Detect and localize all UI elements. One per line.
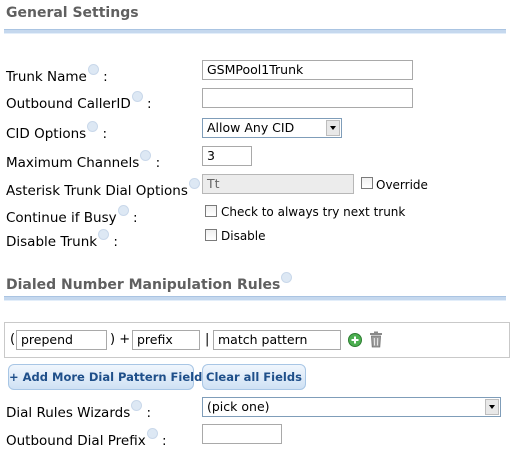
help-icon[interactable] xyxy=(117,205,129,216)
help-icon[interactable] xyxy=(87,121,99,132)
help-icon[interactable] xyxy=(98,229,110,240)
outbound-callerid-input[interactable] xyxy=(202,88,413,108)
pipe-separator: | xyxy=(205,332,210,347)
chevron-down-icon[interactable] xyxy=(326,120,340,136)
dial-options-input: Tt xyxy=(202,174,354,194)
add-more-dial-pattern-button[interactable]: + Add More Dial Pattern Fields xyxy=(8,364,209,390)
override-label: Override xyxy=(376,178,428,192)
help-icon[interactable] xyxy=(188,178,200,189)
trunk-name-label: Trunk Name : xyxy=(6,64,108,85)
trash-icon[interactable] xyxy=(369,331,383,348)
max-channels-input[interactable]: 3 xyxy=(202,146,252,166)
continue-busy-checkbox[interactable] xyxy=(205,205,217,217)
max-channels-label: Maximum Channels : xyxy=(6,150,160,171)
continue-busy-label: Continue if Busy : xyxy=(6,205,138,226)
section-divider xyxy=(4,296,506,301)
outbound-dial-prefix-input[interactable] xyxy=(202,424,282,444)
help-icon[interactable] xyxy=(131,400,143,411)
cid-options-label: CID Options : xyxy=(6,121,107,142)
help-icon[interactable] xyxy=(140,150,152,161)
dial-rules-wizards-label: Dial Rules Wizards : xyxy=(6,400,151,421)
close-paren-plus: ) + xyxy=(110,332,131,347)
clear-all-fields-button[interactable]: Clear all Fields xyxy=(202,364,306,390)
general-settings-title: General Settings xyxy=(6,5,139,21)
outbound-callerid-label: Outbound CallerID : xyxy=(6,91,152,112)
trunk-name-input[interactable]: GSMPool1Trunk xyxy=(202,60,413,80)
help-icon[interactable] xyxy=(281,272,293,283)
dialed-rules-title: Dialed Number Manipulation Rules xyxy=(6,272,293,293)
disable-trunk-checkbox-label: Disable xyxy=(221,229,266,243)
add-icon[interactable] xyxy=(348,333,362,347)
cid-options-select[interactable]: Allow Any CID xyxy=(202,118,342,138)
dial-options-label: Asterisk Trunk Dial Options xyxy=(6,178,200,199)
outbound-dial-prefix-label: Outbound Dial Prefix : xyxy=(6,428,167,449)
help-icon[interactable] xyxy=(87,64,99,75)
disable-trunk-checkbox[interactable] xyxy=(205,229,217,241)
override-checkbox[interactable] xyxy=(361,177,373,189)
match-pattern-input[interactable]: match pattern xyxy=(213,330,341,350)
open-paren: ( xyxy=(10,332,16,347)
prepend-input[interactable]: prepend xyxy=(16,330,107,350)
help-icon[interactable] xyxy=(146,428,158,439)
chevron-down-icon[interactable] xyxy=(485,399,499,415)
disable-trunk-label: Disable Trunk : xyxy=(6,229,118,250)
dial-rules-wizards-select[interactable]: (pick one) xyxy=(202,397,501,417)
help-icon[interactable] xyxy=(131,91,143,102)
section-divider xyxy=(4,29,506,34)
prefix-input[interactable]: prefix xyxy=(132,330,200,350)
continue-busy-checkbox-label: Check to always try next trunk xyxy=(221,205,406,219)
